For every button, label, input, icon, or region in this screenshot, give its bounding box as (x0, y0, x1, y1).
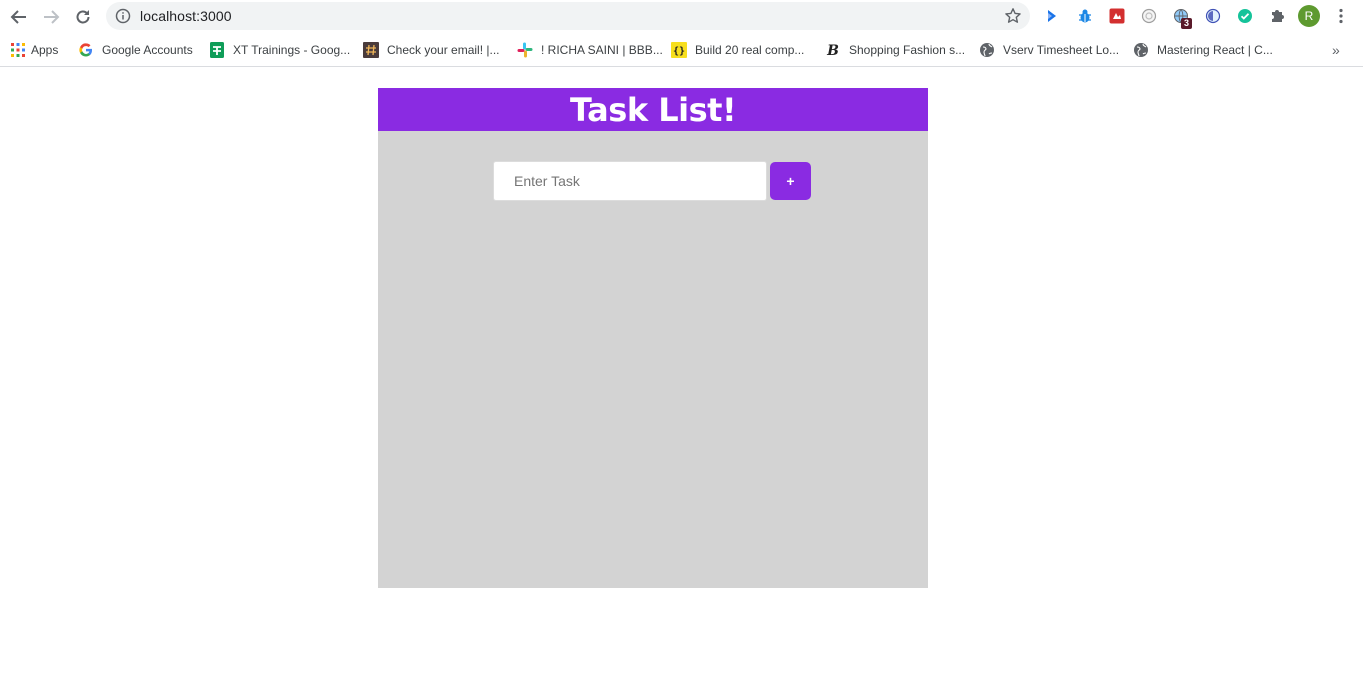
browser-toolbar: localhost:3000 3 R (0, 0, 1363, 34)
extensions-puzzle-icon[interactable] (1268, 7, 1286, 25)
extension-bug-icon[interactable] (1076, 7, 1094, 25)
script-b-icon: B (825, 42, 841, 58)
svg-text:{}: {} (673, 46, 685, 57)
arrow-right-icon (44, 10, 60, 24)
profile-initial: R (1304, 9, 1314, 23)
globe-icon (1133, 42, 1149, 58)
url-text[interactable]: localhost:3000 (140, 8, 232, 24)
bookmark-check-email[interactable]: Check your email! |... (363, 40, 500, 60)
arrow-left-icon (10, 10, 26, 24)
bookmark-richa-saini[interactable]: ! RICHA SAINI | BBB... (517, 40, 663, 60)
reload-button[interactable] (71, 5, 95, 29)
more-bookmarks-button[interactable]: » (1332, 42, 1340, 58)
extension-shield-icon[interactable] (1204, 7, 1222, 25)
bookmark-label: ! RICHA SAINI | BBB... (541, 43, 663, 57)
extension-arrow-icon[interactable] (1043, 7, 1061, 25)
bookmark-label: Apps (31, 43, 59, 57)
bookmarks-bar: Apps Google Accounts XT Trainings - Goog… (0, 34, 1363, 67)
info-icon[interactable] (115, 8, 131, 24)
slack-icon (517, 42, 533, 58)
bookmark-mastering-react[interactable]: Mastering React | C... (1133, 40, 1273, 60)
bookmark-apps[interactable]: Apps (10, 40, 58, 60)
bookmark-label: Shopping Fashion s... (849, 43, 966, 57)
bookmark-google-accounts[interactable]: Google Accounts (78, 40, 193, 60)
kebab-menu-icon[interactable] (1332, 7, 1350, 25)
apps-grid-icon (10, 42, 26, 58)
add-task-button[interactable]: + (770, 162, 811, 200)
svg-text:B: B (826, 43, 839, 58)
bookmark-xt-trainings[interactable]: XT Trainings - Goog... (209, 40, 350, 60)
task-input[interactable] (493, 161, 767, 201)
page-title: Task List! (569, 90, 737, 129)
sheets-icon (209, 42, 225, 58)
bookmark-build-20[interactable]: {} Build 20 real comp... (671, 40, 804, 60)
profile-avatar[interactable]: R (1298, 5, 1320, 27)
braces-icon: {} (671, 42, 687, 58)
forward-button[interactable] (39, 5, 63, 29)
address-bar[interactable]: localhost:3000 (106, 2, 1030, 30)
back-button[interactable] (7, 5, 31, 29)
hash-icon (363, 42, 379, 58)
bookmark-star-icon[interactable] (1004, 7, 1022, 25)
bookmark-label: Mastering React | C... (1157, 43, 1273, 57)
extension-badge: 3 (1181, 18, 1193, 29)
globe-icon (979, 42, 995, 58)
bookmark-vserv-timesheet[interactable]: Vserv Timesheet Lo... (979, 40, 1119, 60)
bookmark-label: Google Accounts (102, 43, 193, 57)
extension-circle-icon[interactable] (1140, 7, 1158, 25)
bookmark-label: Check your email! |... (387, 43, 500, 57)
task-list-panel: Task List! + (378, 88, 928, 588)
google-icon (78, 42, 94, 58)
bookmark-label: Build 20 real comp... (695, 43, 805, 57)
bookmark-shopping-fashion[interactable]: B Shopping Fashion s... (825, 40, 965, 60)
bookmark-label: Vserv Timesheet Lo... (1003, 43, 1120, 57)
bookmark-label: XT Trainings - Goog... (233, 43, 351, 57)
extension-red-icon[interactable] (1108, 7, 1126, 25)
reload-icon (76, 10, 90, 24)
app-header: Task List! (378, 88, 928, 131)
extension-check-icon[interactable] (1236, 7, 1254, 25)
